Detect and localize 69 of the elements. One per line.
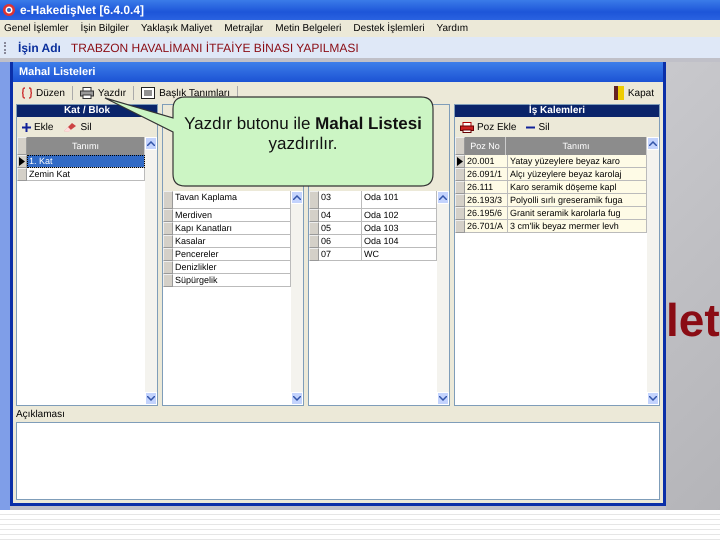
toolbar-button[interactable]: Yazdır [74,86,132,100]
notes-field[interactable] [16,422,660,500]
vertical-scrollbar[interactable] [647,137,659,405]
table-cell: Zemin Kat [27,168,145,181]
row-indicator[interactable] [455,155,465,168]
scroll-up-icon[interactable] [147,141,155,146]
menu-item[interactable]: Destek İşlemleri [353,23,425,34]
menu-item[interactable]: Genel İşlemler [4,23,68,34]
panel-title: İş Kalemleri [455,105,659,117]
table-cell: 26.111 [465,181,508,194]
window-title: Mahal Listeleri [13,62,663,82]
scroll-up-icon[interactable] [649,141,657,146]
eraser-icon [63,122,78,132]
table-cell: 03 [319,191,362,209]
table-cell: 06 [319,235,362,248]
app-title: e-HakedişNet [6.4.0.4] [20,3,144,17]
table-cell: 05 [319,222,362,235]
table-cell: 07 [319,248,362,261]
scroll-up-icon[interactable] [439,195,447,200]
table-cell: 26.091/1 [465,168,508,181]
vertical-scrollbar[interactable] [437,191,449,405]
scroll-down-icon[interactable] [147,396,155,401]
app-logo-icon [2,3,16,17]
menu-item[interactable]: Yardım [436,23,468,34]
table-cell: Yatay yüzeylere beyaz karo [508,155,647,168]
plus-icon [22,122,31,132]
vertical-scrollbar[interactable] [145,137,157,405]
table-cell: 20.001 [465,155,508,168]
table-cell: 1. Kat [27,155,145,168]
scroll-down-icon[interactable] [439,396,447,401]
current-row-icon [457,157,463,166]
callout-text: Yazdır butonu ile Mahal Listesi yazdırılır. [183,114,423,154]
table-cell: 26.195/6 [465,207,508,220]
row-indicator[interactable] [17,155,27,168]
table-cell: Karo seramik döşeme kapl [508,181,647,194]
header-corner [455,137,465,155]
scroll-down-icon[interactable] [293,396,301,401]
job-name-value: TRABZON HAVALİMANI İTFAİYE BİNASI YAPILMASI [70,40,359,54]
panel-action-button[interactable]: Poz Ekle [457,120,520,134]
printer-icon [460,122,474,132]
menu-item[interactable]: Metrajlar [224,23,264,34]
table-cell: Süpürgelik [173,274,291,287]
menu-item[interactable]: Metin Belgeleri [275,23,342,34]
menu-item[interactable]: Yaklaşık Maliyet [140,23,212,34]
header-corner [17,137,27,155]
table-cell: 26.701/A [465,220,508,233]
door-icon [614,86,624,100]
table-cell: 04 [319,209,362,222]
slide-title-text: let [666,297,720,343]
close-button[interactable]: Kapat [608,85,659,101]
table-cell: Granit seramik karolarla fug [508,207,647,220]
scroll-down-icon[interactable] [649,396,657,401]
table-cell: Polyolli sırlı greseramik fuga [508,194,647,207]
scroll-up-icon[interactable] [293,195,301,200]
table-cell: 3 cm'lik beyaz mermer levh [508,220,647,233]
panel-action-button[interactable]: Sil [523,120,553,134]
toolbar-button[interactable]: Düzen [17,86,70,100]
table-cell: 26.193/3 [465,194,508,207]
list-icon [141,87,156,99]
panel-action-button[interactable]: Ekle [19,120,56,134]
panel-action-button[interactable]: Sil [60,120,95,134]
menu-item[interactable]: İşin Bilgiler [80,23,129,34]
notes-label: Açıklaması [16,409,66,420]
vertical-scrollbar[interactable] [291,191,303,405]
current-row-icon [19,157,25,166]
brace-icon [22,87,32,99]
job-name-label: İşin Adı [18,40,61,54]
printer-icon [80,87,94,99]
table-cell: Alçı yüzeylere beyaz karolaj [508,168,647,181]
